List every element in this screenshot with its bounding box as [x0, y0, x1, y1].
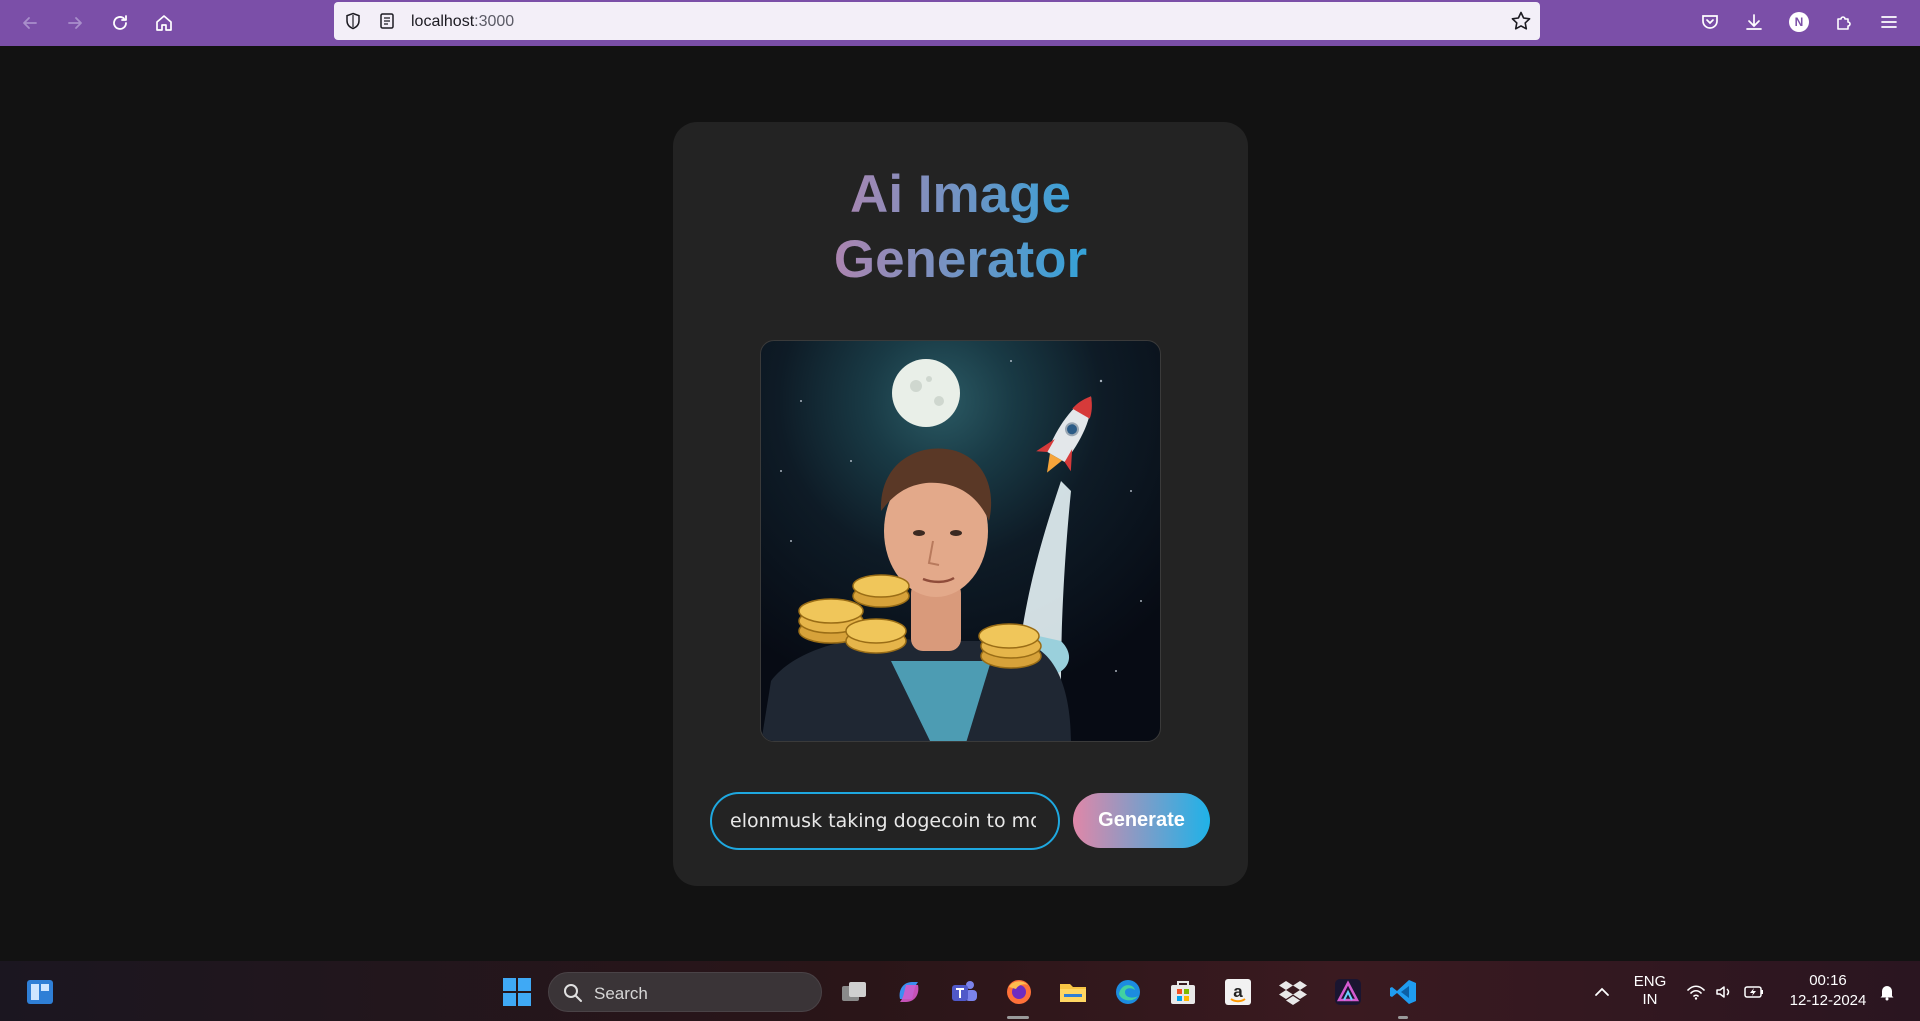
- browser-toolbar: localhost:3000 N: [0, 0, 1920, 46]
- taskbar: Search a ENG IN 00:16 12-12-2024: [0, 961, 1920, 1021]
- pocket-button[interactable]: [1698, 10, 1722, 34]
- teams-button[interactable]: [947, 975, 981, 1009]
- title-line-2: Generator: [833, 230, 1088, 289]
- title-line-1: Ai Image: [850, 165, 1071, 224]
- extensions-button[interactable]: [1832, 10, 1856, 34]
- task-view-icon: [842, 982, 866, 1001]
- firefox-button[interactable]: [1002, 975, 1036, 1009]
- generated-image-illustration: [761, 359, 1142, 741]
- store-icon: [1171, 981, 1195, 1004]
- generated-image: [760, 340, 1161, 742]
- folder-icon: [1060, 984, 1086, 1002]
- affinity-button[interactable]: [1331, 975, 1365, 1009]
- widgets-icon: [27, 980, 53, 1004]
- bookmark-star-icon[interactable]: [1510, 10, 1532, 32]
- chevron-up-icon: [1595, 987, 1609, 996]
- language-code: ENG: [1633, 973, 1667, 990]
- region-code: IN: [1642, 991, 1658, 1008]
- clock-date: 12-12-2024: [1789, 992, 1867, 1009]
- address-bar[interactable]: localhost:3000: [334, 2, 1540, 40]
- page-title: Ai Image Generator: [673, 162, 1248, 292]
- back-button[interactable]: [16, 9, 44, 37]
- puzzle-icon: [1837, 16, 1851, 30]
- avatar: N: [1789, 12, 1809, 32]
- windows-logo-icon: [503, 978, 531, 1006]
- reload-button[interactable]: [106, 9, 134, 37]
- teams-icon: [952, 981, 977, 1001]
- wifi-icon: [1687, 985, 1705, 1000]
- wifi-button[interactable]: [1683, 975, 1709, 1009]
- account-button[interactable]: N: [1787, 10, 1811, 34]
- volume-button[interactable]: [1711, 975, 1737, 1009]
- start-button[interactable]: [500, 975, 534, 1009]
- page-info-icon[interactable]: [378, 12, 396, 30]
- battery-button[interactable]: [1740, 975, 1768, 1009]
- widgets-button[interactable]: [23, 975, 57, 1009]
- forward-button[interactable]: [61, 9, 89, 37]
- show-hidden-icons-button[interactable]: [1585, 975, 1619, 1009]
- reload-icon: [113, 15, 127, 30]
- download-icon: [1746, 14, 1762, 30]
- vscode-button[interactable]: [1386, 975, 1420, 1009]
- url-port: :3000: [474, 13, 515, 30]
- home-icon: [156, 15, 172, 31]
- copilot-icon: [899, 982, 919, 1002]
- url-host: localhost: [411, 13, 475, 30]
- svg-text:a: a: [1233, 982, 1243, 1001]
- firefox-active-indicator: [1007, 1016, 1029, 1019]
- bell-icon: [1880, 986, 1894, 1001]
- shield-icon[interactable]: [344, 12, 362, 30]
- clock-time: 00:16: [1809, 972, 1847, 989]
- dropbox-button[interactable]: [1276, 975, 1310, 1009]
- home-button[interactable]: [150, 9, 178, 37]
- edge-icon: [1116, 980, 1140, 1004]
- amazon-icon: a: [1225, 979, 1251, 1005]
- speaker-icon: [1716, 986, 1730, 998]
- taskbar-search[interactable]: Search: [548, 972, 822, 1012]
- notifications-button[interactable]: [1875, 975, 1899, 1009]
- battery-charging-icon: [1744, 986, 1763, 998]
- vscode-icon: [1390, 980, 1416, 1004]
- task-view-button[interactable]: [837, 975, 871, 1009]
- url-text[interactable]: localhost:3000: [411, 13, 514, 31]
- vscode-active-indicator: [1398, 1016, 1408, 1019]
- prompt-input[interactable]: [710, 792, 1060, 850]
- affinity-icon: [1335, 979, 1361, 1005]
- copilot-button[interactable]: [892, 975, 926, 1009]
- arrow-right-icon: [68, 17, 82, 29]
- language-indicator[interactable]: ENG IN: [1630, 973, 1670, 1009]
- menu-button[interactable]: [1877, 10, 1901, 34]
- dropbox-icon: [1279, 981, 1307, 1005]
- pocket-icon: [1702, 15, 1718, 29]
- clock[interactable]: 00:16 12-12-2024: [1782, 971, 1874, 1011]
- edge-button[interactable]: [1111, 975, 1145, 1009]
- downloads-button[interactable]: [1742, 10, 1766, 34]
- search-label: Search: [594, 984, 648, 1003]
- firefox-icon: [1007, 980, 1031, 1004]
- file-explorer-button[interactable]: [1056, 975, 1090, 1009]
- generator-card: Ai Image Generator elonmusk taking dogec…: [673, 122, 1248, 886]
- hamburger-menu-icon: [1881, 16, 1897, 28]
- search-icon: [564, 984, 582, 1002]
- generate-button[interactable]: Generate: [1073, 793, 1210, 848]
- arrow-left-icon: [23, 17, 37, 29]
- store-button[interactable]: [1166, 975, 1200, 1009]
- amazon-button[interactable]: a: [1221, 975, 1255, 1009]
